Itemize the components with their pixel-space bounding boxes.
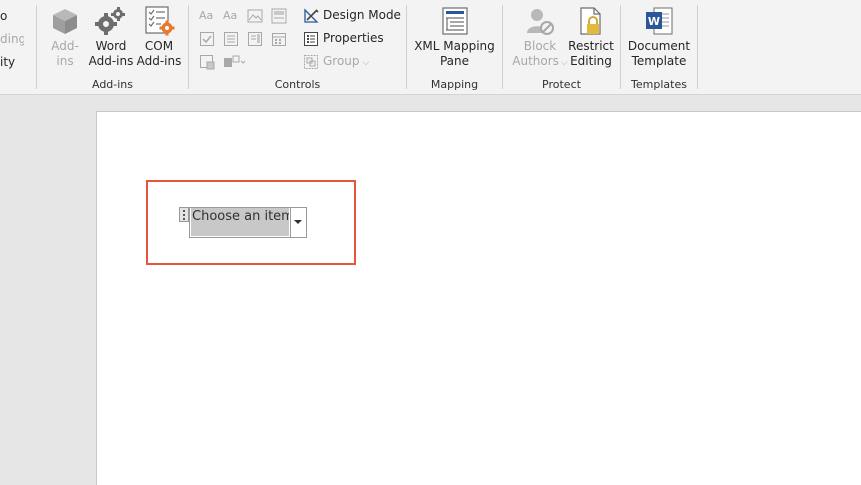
document-page[interactable] xyxy=(96,111,861,485)
word-addins-label-1: Word xyxy=(95,39,127,53)
building-block-control-icon[interactable] xyxy=(271,8,287,24)
group-label-mapping: Mapping xyxy=(430,78,479,91)
dropdown-arrow-button[interactable] xyxy=(290,208,306,237)
group-addins: Add- ins Word Add-ins COM Add-ins Add-in… xyxy=(37,0,188,94)
restrict-editing-label-2: Editing xyxy=(570,54,612,68)
group-mapping: XML Mapping Pane Mapping xyxy=(407,0,502,94)
properties-label: Properties xyxy=(323,31,384,45)
restrict-editing-lock-icon xyxy=(580,7,601,35)
word-document-icon: W xyxy=(646,7,673,35)
repeating-section-control-icon[interactable] xyxy=(199,54,215,70)
group-button[interactable]: Group ⌵ xyxy=(303,52,369,70)
xml-mapping-icon xyxy=(441,7,468,35)
xml-mapping-label-1: XML Mapping xyxy=(414,39,495,53)
partial-label-3: ity xyxy=(0,55,16,69)
content-control-placeholder[interactable]: Choose an item. xyxy=(191,208,289,236)
design-mode-icon xyxy=(304,7,319,23)
block-authors-label-1: Block xyxy=(523,39,557,53)
block-authors-icon xyxy=(527,9,554,35)
group-label-controls: Controls xyxy=(274,78,321,91)
group-controls: Aa Aa Design Mode Properties Group ⌵ Con… xyxy=(189,0,406,94)
design-mode-button[interactable]: Design Mode xyxy=(303,6,401,24)
chevron-down-icon: ⌵ xyxy=(362,58,370,68)
com-addins-label-2: Add-ins xyxy=(136,54,182,68)
document-template-button[interactable]: W Document Template xyxy=(626,6,692,69)
separator xyxy=(697,5,698,89)
com-addins-button[interactable]: COM Add-ins xyxy=(135,6,183,69)
word-addins-button[interactable]: Word Add-ins xyxy=(87,6,135,69)
partial-label-1: o xyxy=(0,9,8,23)
content-control-handle[interactable] xyxy=(179,207,189,222)
block-authors-button[interactable]: Block Authors ⌵ xyxy=(511,6,569,71)
word-addins-label-2: Add-ins xyxy=(88,54,134,68)
group-label-addins: Add-ins xyxy=(91,78,134,91)
ribbon: o ding ity Add- ins Word Add-ins COM Add… xyxy=(0,0,861,95)
document-template-label-1: Document xyxy=(627,39,691,53)
svg-text:W: W xyxy=(648,15,660,28)
group-icon xyxy=(304,54,318,69)
xml-mapping-pane-button[interactable]: XML Mapping Pane xyxy=(411,6,498,69)
addins-cube-icon xyxy=(53,9,77,34)
restrict-editing-label-1: Restrict xyxy=(568,39,614,53)
addins-label-1: Add- xyxy=(51,39,79,53)
xml-mapping-label-2: Pane xyxy=(439,54,470,68)
addins-label-2: ins xyxy=(56,54,74,68)
com-addins-label-1: COM xyxy=(144,39,174,53)
date-picker-control-icon[interactable] xyxy=(271,31,287,47)
group-protect: Block Authors ⌵ Restrict Editing Protect xyxy=(503,0,620,94)
combo-box-control-icon[interactable] xyxy=(223,31,239,47)
document-template-label-2: Template xyxy=(631,54,687,68)
group-templates: W Document Template Templates xyxy=(621,0,697,94)
checkbox-control-icon[interactable] xyxy=(199,31,215,47)
properties-button[interactable]: Properties xyxy=(303,29,384,47)
restrict-editing-button[interactable]: Restrict Editing xyxy=(567,6,615,69)
block-authors-label-2: Authors ⌵ xyxy=(512,54,568,68)
com-addins-checklist-icon xyxy=(145,6,175,36)
group-label-templates: Templates xyxy=(631,78,687,91)
picture-control-icon[interactable] xyxy=(247,8,263,24)
rich-text-control-icon[interactable]: Aa xyxy=(199,8,215,24)
group-label-protect: Protect xyxy=(542,78,581,91)
group-label: Group xyxy=(323,54,360,68)
legacy-tools-icon[interactable] xyxy=(223,54,247,70)
dropdown-arrow-icon xyxy=(294,220,302,224)
dropdown-list-control-icon[interactable] xyxy=(247,31,263,47)
ribbon-left-partial-group: o ding ity xyxy=(0,0,24,94)
addins-button[interactable]: Add- ins xyxy=(45,6,85,69)
properties-icon xyxy=(304,31,318,46)
design-mode-label: Design Mode xyxy=(323,8,401,22)
drag-handle-icon xyxy=(183,210,185,220)
gears-icon xyxy=(95,7,125,35)
partial-label-2: ding xyxy=(0,32,24,46)
plain-text-control-icon[interactable]: Aa xyxy=(223,8,239,24)
